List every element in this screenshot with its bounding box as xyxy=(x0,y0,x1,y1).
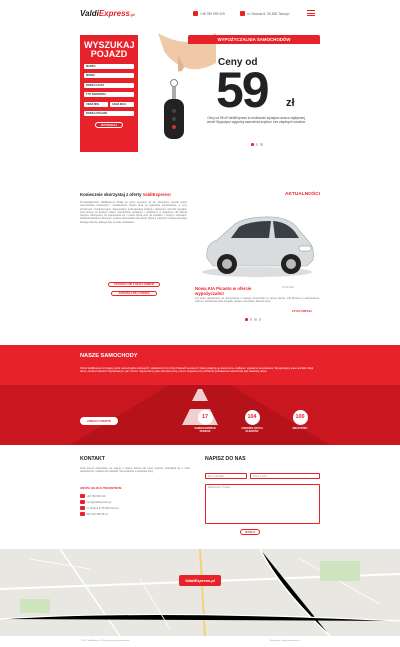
search-button[interactable]: WYSZUKAJ xyxy=(95,122,123,128)
price-value: 59 xyxy=(216,62,270,118)
contact-address-text: ul. Skośna 8, 05-555 Tarczyn xyxy=(86,506,119,510)
slider-dot[interactable] xyxy=(251,143,254,146)
select-paliwo-label: RODZAJ PALIWA xyxy=(86,112,108,116)
news-title[interactable]: Nowa KIA Picanto w ofercie wypożyczalni! xyxy=(195,286,273,296)
stat-clients-value: 104 xyxy=(244,410,260,425)
read-more-link[interactable]: CZYTAJ WIĘCEJ xyxy=(292,310,312,313)
news-slider-dots xyxy=(245,318,261,321)
email-field[interactable]: Adres e-mail xyxy=(250,473,320,479)
slider-dot[interactable] xyxy=(245,318,248,321)
price-min-label: CENA MIN. xyxy=(86,102,100,106)
copyright: © 2017 ValdiExpress. Wszelkie prawa zast… xyxy=(80,640,130,642)
select-rodzaj-label: RODZAJ AUTA xyxy=(86,83,105,87)
logo[interactable]: ValdiExpress.pl xyxy=(80,9,135,18)
umowa-button[interactable]: ZAPOZNAJ SIĘ Z UMOWĄ xyxy=(111,291,157,296)
price-currency: zł xyxy=(286,97,295,109)
news-text: Już teraz zapraszamy do skorzystania z n… xyxy=(195,297,320,304)
stat-cars-label: SAMOCHODÓW W OFERCIE xyxy=(194,427,216,433)
slider-dot[interactable] xyxy=(258,318,261,321)
news-heading: AKTUALNOŚCI xyxy=(285,192,320,197)
search-panel: WYSZUKAJ POJAZD MARKA MODEL RODZAJ AUTA … xyxy=(80,35,138,152)
stat-cars-value: 17 xyxy=(197,410,213,425)
message-field[interactable]: Wiadomość / Pytanie xyxy=(205,484,320,524)
see-offer-button[interactable]: ZOBACZ OFERTĘ xyxy=(80,417,118,425)
company-name: GRUPA VALDI AUTOCENTRUM xyxy=(80,486,122,490)
header-address: ul. Skośna 8, 05-555 Tarczyn xyxy=(240,11,289,16)
offer-heading: Koniecznie skorzystaj z oferty ValdiExpr… xyxy=(80,192,171,197)
map[interactable] xyxy=(0,549,400,636)
price-max-input[interactable]: CENA MAX. xyxy=(110,101,134,107)
stat-days: 100 DNI W ROKU xyxy=(287,410,313,430)
offer-paragraph: Przedsiębiorstwo ValdiExpress działa na … xyxy=(80,201,187,224)
contact-email-text: biuro@valdiexpress.pl xyxy=(86,500,112,504)
stat-days-label: DNI W ROKU xyxy=(292,427,308,430)
price-max-label: CENA MAX. xyxy=(112,102,127,106)
location-icon xyxy=(240,11,245,16)
logo-suffix: .pl xyxy=(129,12,135,17)
select-paliwo[interactable]: RODZAJ PALIWA xyxy=(84,111,134,116)
logo-accent: Express xyxy=(98,9,130,18)
hero-banner: WYPOŻYCZALNIA SAMOCHODÓW xyxy=(188,35,320,44)
select-rodzaj[interactable]: RODZAJ AUTA xyxy=(84,82,134,88)
offer-heading-brand: ValdiExpress! xyxy=(142,192,171,197)
price-min-input[interactable]: CENA MIN. xyxy=(84,101,108,107)
regulamin-button[interactable]: ZAPOZNAJ SIĘ Z REGULAMINEM xyxy=(108,282,160,287)
name-field[interactable]: Imię i nazwisko xyxy=(205,473,247,479)
phone-icon xyxy=(193,11,198,16)
header-phone-text: +48 789 999 319 xyxy=(200,11,225,16)
hero-slider-dots xyxy=(251,143,263,146)
contact-nip-text: NIP 123-456-65-41 xyxy=(86,512,108,516)
stat-clients: 104 ZADOWOLONYCH KLIENTÓW xyxy=(239,410,265,433)
slider-dot[interactable] xyxy=(249,318,252,321)
select-model[interactable]: MODEL xyxy=(84,73,134,78)
offer-heading-text: Koniecznie skorzystaj z oferty xyxy=(80,192,143,197)
slider-dot[interactable] xyxy=(254,318,257,321)
phone-icon xyxy=(80,493,85,499)
menu-icon[interactable] xyxy=(307,10,315,16)
cars-heading: NASZE SAMOCHODY xyxy=(80,353,138,359)
select-marka-label: MARKA xyxy=(86,64,96,68)
stat-clients-label: ZADOWOLONYCH KLIENTÓW xyxy=(241,427,263,433)
select-marka[interactable]: MARKA xyxy=(84,63,134,69)
hero-text: Ceny od 59 zł! ValdiExpress to możliwość… xyxy=(206,116,306,124)
contact-heading: KONTAKT xyxy=(80,456,105,462)
select-model-label: MODEL xyxy=(86,74,96,78)
contact-nip: NIP 123-456-65-41 xyxy=(80,511,119,517)
document-icon xyxy=(80,511,85,517)
slider-dot[interactable] xyxy=(255,143,258,146)
cars-text: Oferta ValdiExpress to bogaty wybór samo… xyxy=(80,367,314,374)
contact-phone-text: +48 789 999 319 xyxy=(86,494,106,498)
mail-icon xyxy=(80,499,85,505)
credits-link[interactable]: Realizacja: Strony internetowe xyxy=(270,640,300,642)
car-image xyxy=(195,200,320,282)
map-pin[interactable]: ValdiExpress.pl xyxy=(179,575,221,586)
footer: © 2017 ValdiExpress. Wszelkie prawa zast… xyxy=(0,636,400,647)
location-icon xyxy=(80,505,85,511)
header-address-text: ul. Skośna 8, 05-555 Tarczyn xyxy=(247,11,290,16)
contact-list: +48 789 999 319 biuro@valdiexpress.pl ul… xyxy=(80,493,119,517)
search-title: WYSZUKAJ POJAZD xyxy=(84,40,135,59)
map-pin-suffix: .pl xyxy=(210,578,215,583)
map-pin-main: Valdi xyxy=(185,578,195,583)
form-heading: NAPISZ DO NAS xyxy=(205,456,246,462)
contact-text: Jeśli chcesz dowiedzieć się więcej o nas… xyxy=(80,467,190,474)
send-button[interactable]: WYŚLIJ xyxy=(240,529,260,535)
news-date: 10.03.2016 xyxy=(282,286,294,289)
header-phone[interactable]: +48 789 999 319 xyxy=(193,11,225,16)
map-pin-accent: Express xyxy=(194,578,211,583)
select-nadwozie-label: TYP NADWOZIA xyxy=(86,93,106,97)
hand-keys-image xyxy=(138,33,216,153)
slider-dot[interactable] xyxy=(260,143,263,146)
logo-main: Valdi xyxy=(80,9,99,18)
stat-cars: 17 SAMOCHODÓW W OFERCIE xyxy=(192,410,218,433)
stat-days-value: 100 xyxy=(292,410,308,425)
